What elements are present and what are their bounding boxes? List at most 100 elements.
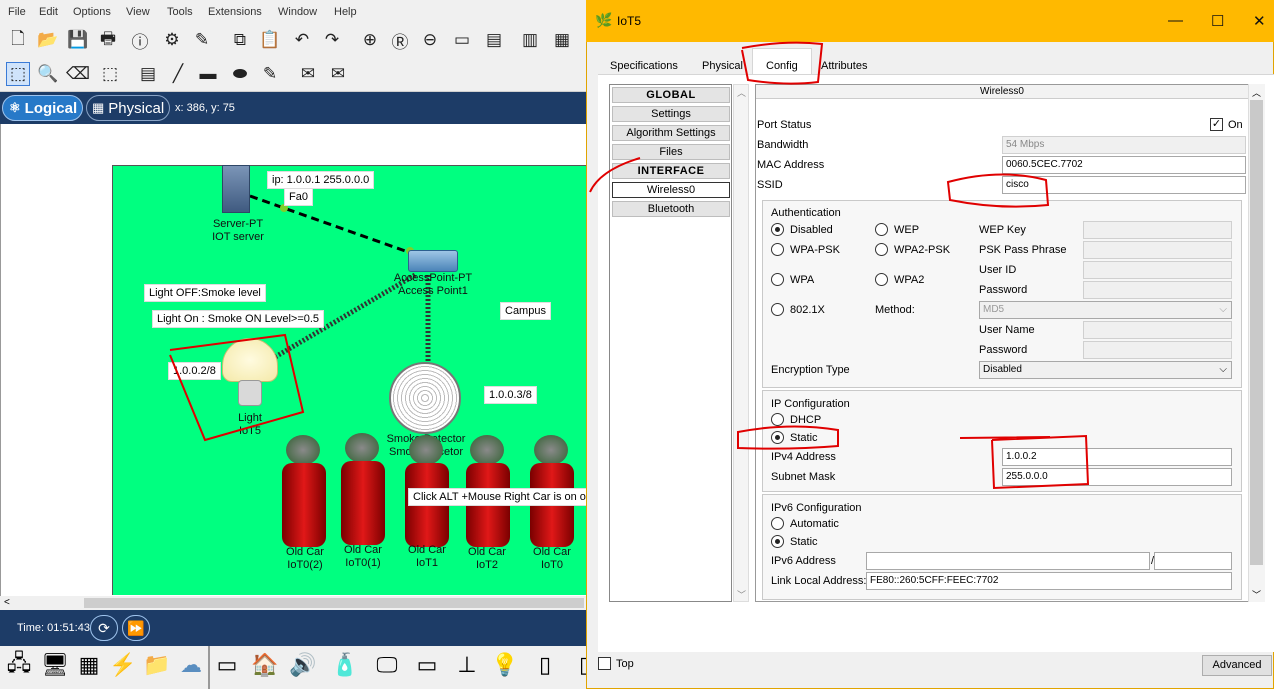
minimize-icon[interactable]: —	[1168, 12, 1183, 29]
auth-wep-radio[interactable]	[875, 223, 888, 236]
auth-wep-label: WEP	[894, 224, 920, 236]
top-checkbox[interactable]	[598, 657, 611, 670]
auth-disabled-radio[interactable]	[771, 223, 784, 236]
top-label: Top	[616, 658, 634, 670]
ipv6-static-label: Static	[790, 536, 818, 548]
tab-attributes[interactable]: Attributes	[821, 60, 867, 72]
sensor-icon[interactable]: ⊥	[452, 650, 482, 680]
tab-physical[interactable]: Physical	[702, 60, 743, 72]
light-name: IoT5	[238, 425, 261, 437]
canvas-scroll-thumb[interactable]	[84, 598, 584, 608]
end-devices-icon[interactable]: 🖥	[40, 650, 70, 680]
ipv4-address-field[interactable]: 1.0.0.2	[1002, 448, 1232, 466]
ssid-label: SSID	[757, 179, 783, 191]
tab-config[interactable]: Config	[766, 60, 798, 72]
tab-specifications[interactable]: Specifications	[610, 60, 678, 72]
server-ip-note[interactable]: ip: 1.0.0.1 255.0.0.0	[267, 171, 375, 189]
encryption-type-label: Encryption Type	[771, 364, 850, 376]
static-radio[interactable]	[771, 431, 784, 444]
light-on-note[interactable]: Light On : Smoke ON Level>=0.5	[152, 310, 325, 328]
smoke-detector-icon[interactable]	[389, 362, 461, 434]
nav-wireless0[interactable]: Wireless0	[612, 182, 730, 198]
method-value: MD5	[983, 304, 1005, 315]
maximize-icon[interactable]: ☐	[1211, 12, 1224, 30]
scroll-left-icon[interactable]: <	[4, 597, 10, 608]
car-label: Old Car IoT0(2)	[278, 546, 332, 572]
bandwidth-field: 54 Mbps	[1002, 136, 1246, 154]
encryption-type-dropdown[interactable]: Disabled ⌵	[979, 361, 1232, 379]
auth-wpa2-psk-radio[interactable]	[875, 243, 888, 256]
password2-label: Password	[979, 344, 1028, 356]
mac-address-label: MAC Address	[757, 159, 825, 171]
tablet-icon[interactable]: ▭	[412, 650, 442, 680]
nav-algorithm-settings[interactable]: Algorithm Settings	[612, 125, 730, 141]
smoke-ip-note[interactable]: 1.0.0.3/8	[484, 386, 537, 404]
user-name-field	[1083, 321, 1232, 339]
ssid-field[interactable]: cisco	[1002, 176, 1246, 194]
light-ip-note[interactable]: 1.0.0.2/8	[168, 362, 221, 380]
speaker-icon[interactable]: 🔊	[288, 650, 318, 680]
fa0-label: Fa0	[284, 188, 313, 206]
auth-wpa2-label: WPA2	[894, 274, 925, 286]
server-type: Server-PT	[212, 218, 264, 230]
car-note[interactable]: Click ALT +Mouse Right Car is on or	[408, 488, 595, 506]
mac-address-field[interactable]: 0060.5CEC.7702	[1002, 156, 1246, 174]
close-icon[interactable]: ✕	[1253, 12, 1266, 30]
garage-icon[interactable]: 🏠	[250, 650, 280, 680]
network-devices-icon[interactable]: 🖧	[4, 650, 34, 680]
scroll-up-icon[interactable]: ︿	[737, 86, 746, 99]
auth-wpa-radio[interactable]	[771, 273, 784, 286]
subnet-mask-field[interactable]: 255.0.0.0	[1002, 468, 1232, 486]
link-local-label: Link Local Address:	[771, 575, 867, 587]
link-local-field: FE80::260:5CFF:FEEC:7702	[866, 572, 1232, 590]
bandwidth-label: Bandwidth	[757, 139, 809, 151]
auth-disabled-label: Disabled	[790, 224, 833, 236]
ipv6-address-field[interactable]	[866, 552, 1150, 570]
smoke-cloud-icon	[534, 435, 568, 465]
components-icon[interactable]: ▦	[74, 650, 104, 680]
nav-bluetooth[interactable]: Bluetooth	[612, 201, 730, 217]
car-label: Old Car IoT1	[400, 544, 454, 570]
light-type: Light	[238, 412, 262, 424]
advanced-button[interactable]: Advanced	[1202, 655, 1272, 676]
pane-scroll-up-icon[interactable]: ︿	[1252, 86, 1261, 99]
pane-title: Wireless0	[756, 85, 1248, 99]
access-point-icon[interactable]	[408, 250, 458, 272]
ipv6-automatic-radio[interactable]	[771, 517, 784, 530]
password-label: Password	[979, 284, 1028, 296]
light-base-icon	[238, 380, 262, 406]
fast-forward-icon[interactable]: ⏩	[122, 615, 150, 641]
user-name-label: User Name	[979, 324, 1035, 336]
auth-8021x-radio[interactable]	[771, 303, 784, 316]
auth-wpa-psk-radio[interactable]	[771, 243, 784, 256]
nav-global-header: GLOBAL	[612, 87, 730, 103]
auth-wpa2-radio[interactable]	[875, 273, 888, 286]
multiuser-icon[interactable]: ☁	[176, 650, 206, 680]
humidifier-icon[interactable]: 🧴	[330, 650, 360, 680]
ipv6-prefix-field[interactable]	[1154, 552, 1232, 570]
appliance-icon[interactable]: ▯	[530, 650, 560, 680]
static-label: Static	[790, 432, 818, 444]
nav-scrollbar[interactable]	[733, 84, 749, 602]
connections-icon[interactable]: ⚡	[108, 650, 138, 680]
campus-label[interactable]: Campus	[500, 302, 551, 320]
nav-settings[interactable]: Settings	[612, 106, 730, 122]
ipv6-static-radio[interactable]	[771, 535, 784, 548]
server-icon[interactable]	[222, 165, 250, 213]
device-icon[interactable]: ▭	[212, 650, 242, 680]
ip-config-title: IP Configuration	[771, 398, 850, 410]
scroll-down-icon[interactable]: ﹀	[737, 588, 746, 601]
port-on-checkbox[interactable]: ✓	[1210, 118, 1223, 131]
car-name: IoT1	[415, 557, 438, 569]
ipv6-config-title: IPv6 Configuration	[771, 502, 862, 514]
pane-scroll-down-icon[interactable]: ﹀	[1252, 588, 1261, 601]
dhcp-radio[interactable]	[771, 413, 784, 426]
lamp-icon[interactable]: 💡	[490, 650, 520, 680]
light-off-note[interactable]: Light OFF:Smoke level	[144, 284, 266, 302]
monitor-icon[interactable]: 🖵	[372, 650, 402, 680]
misc-icon[interactable]: 📁	[142, 650, 172, 680]
pane-scroll-thumb[interactable]	[1250, 100, 1263, 565]
nav-files[interactable]: Files	[612, 144, 730, 160]
power-cycle-icon[interactable]: ⟳	[90, 615, 118, 641]
car-type: Old Car	[344, 544, 382, 556]
